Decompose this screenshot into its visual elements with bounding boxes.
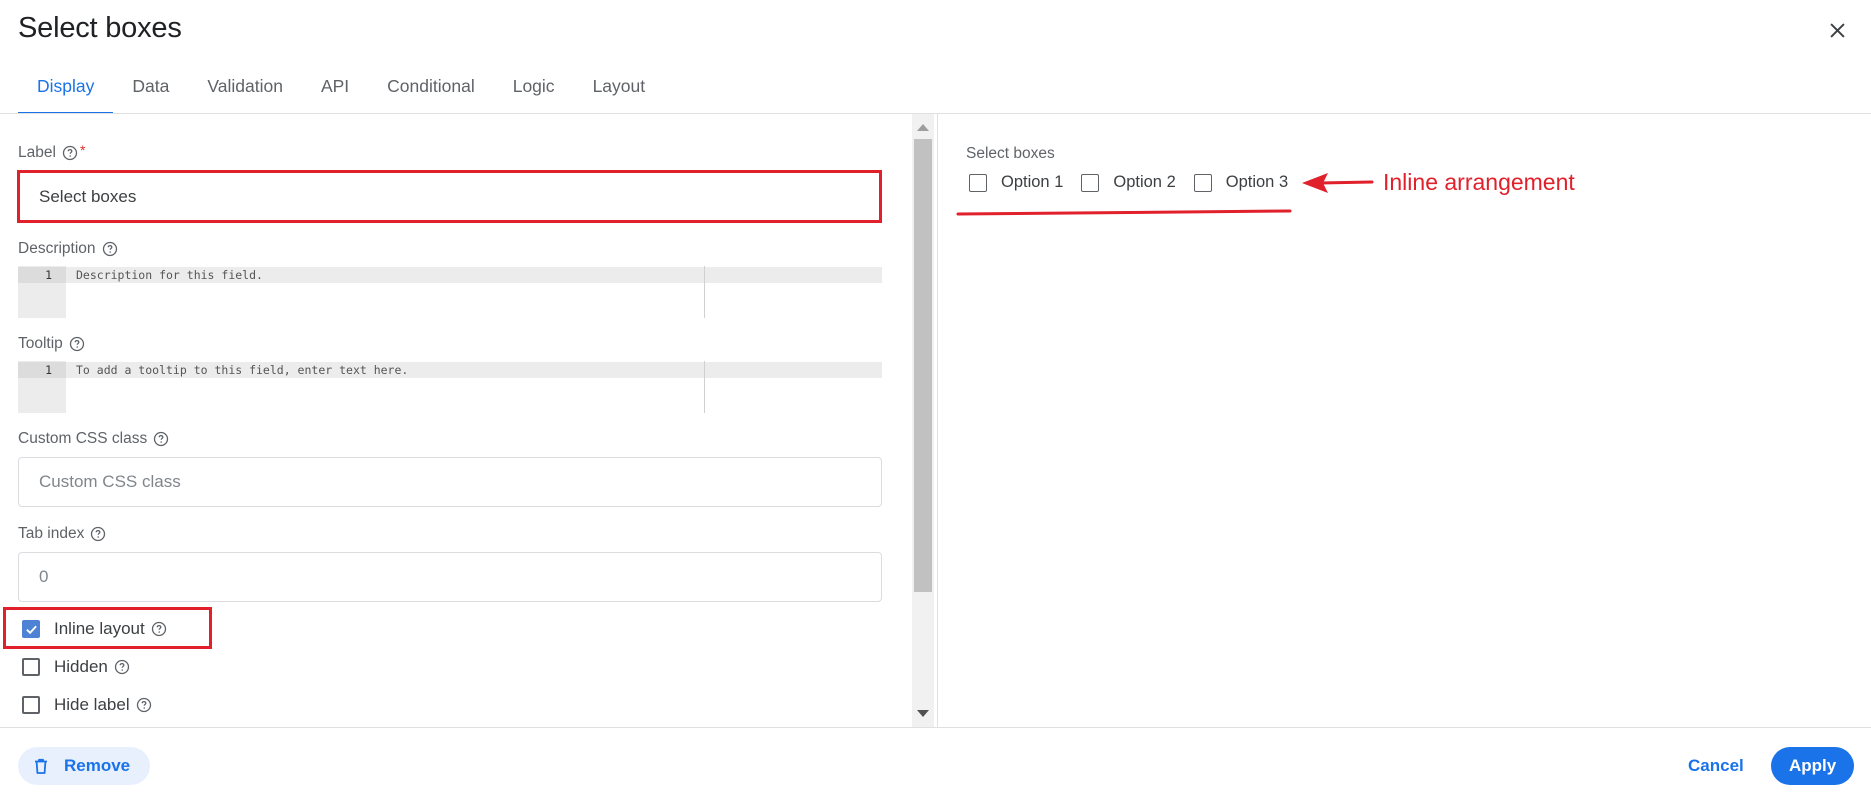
help-icon[interactable]	[153, 431, 169, 447]
help-icon[interactable]	[62, 145, 78, 161]
check-icon	[25, 625, 37, 634]
help-icon[interactable]	[102, 241, 118, 257]
help-icon[interactable]	[136, 697, 152, 713]
settings-scrollbar[interactable]	[912, 114, 934, 727]
hidden-checkbox[interactable]: Hidden	[22, 657, 130, 677]
preview-option-1[interactable]: Option 1	[969, 173, 1063, 192]
settings-panel: Label * Select boxes Description 1 Descr…	[0, 114, 912, 727]
tab-display[interactable]: Display	[18, 72, 114, 114]
hide-label-checkbox[interactable]: Hide label	[22, 695, 152, 715]
remove-label: Remove	[64, 756, 131, 775]
checkbox-unchecked[interactable]	[22, 696, 40, 714]
editor-placeholder: To add a tooltip to this field, enter te…	[66, 362, 882, 378]
editor-ruler	[704, 361, 705, 413]
custom-css-input[interactable]: Custom CSS class	[18, 457, 882, 507]
tab-index-field-text: Tab index	[18, 525, 85, 542]
scroll-down-arrow[interactable]	[917, 710, 929, 717]
hidden-label: Hidden	[54, 657, 108, 676]
tab-api[interactable]: API	[302, 72, 368, 114]
preview-field-label: Select boxes	[966, 145, 1055, 162]
footer-divider	[0, 727, 1871, 728]
editor-placeholder: Description for this field.	[66, 267, 882, 283]
description-field-label: Description	[18, 240, 118, 258]
tooltip-editor[interactable]: 1 To add a tooltip to this field, enter …	[18, 361, 882, 413]
label-input[interactable]: Select boxes	[18, 172, 882, 222]
tab-index-field-label: Tab index	[18, 525, 106, 543]
column-divider	[937, 114, 938, 727]
inline-layout-label: Inline layout	[54, 619, 145, 638]
help-icon[interactable]	[69, 336, 85, 352]
tooltip-field-label: Tooltip	[18, 335, 85, 353]
preview-options: Option 1 Option 2 Option 3	[969, 173, 1306, 192]
custom-css-field-label: Custom CSS class	[18, 430, 169, 448]
help-icon[interactable]	[90, 526, 106, 542]
checkbox-checked[interactable]	[22, 620, 40, 638]
required-asterisk: *	[79, 142, 86, 158]
preview-option-3[interactable]: Option 3	[1193, 173, 1289, 192]
scroll-up-arrow[interactable]	[917, 124, 929, 131]
custom-css-field-text: Custom CSS class	[18, 430, 148, 447]
remove-button[interactable]: Remove	[18, 747, 151, 785]
cancel-button[interactable]: Cancel	[1672, 747, 1760, 785]
preview-option-2[interactable]: Option 2	[1081, 173, 1176, 192]
help-icon[interactable]	[151, 621, 167, 637]
tooltip-field-text: Tooltip	[18, 335, 63, 352]
preview-option-label: Option 3	[1225, 173, 1289, 191]
preview-option-label: Option 2	[1113, 173, 1176, 191]
help-icon[interactable]	[114, 659, 130, 675]
trash-icon	[35, 758, 47, 774]
tab-layout[interactable]: Layout	[574, 72, 665, 114]
checkbox-unchecked[interactable]	[969, 173, 987, 192]
arrow-left-icon	[1318, 180, 1374, 185]
label-field-label: Label *	[18, 142, 86, 162]
inline-layout-checkbox[interactable]: Inline layout	[22, 619, 167, 639]
preview-option-label: Option 1	[1001, 173, 1064, 191]
tab-conditional[interactable]: Conditional	[368, 72, 494, 114]
tab-logic[interactable]: Logic	[494, 72, 574, 114]
editor-ruler	[704, 266, 705, 318]
checkbox-unchecked[interactable]	[22, 658, 40, 676]
scroll-thumb[interactable]	[914, 139, 932, 592]
close-button[interactable]	[1823, 16, 1851, 44]
tab-validation[interactable]: Validation	[188, 72, 302, 114]
description-field-text: Description	[18, 240, 96, 257]
checkbox-unchecked[interactable]	[1081, 173, 1100, 192]
checkbox-unchecked[interactable]	[1193, 173, 1212, 192]
line-number: 1	[18, 267, 66, 283]
hide-label-label: Hide label	[54, 695, 130, 714]
close-icon	[1829, 22, 1845, 38]
apply-button[interactable]: Apply	[1771, 747, 1855, 785]
annotation-label: Inline arrangement	[1383, 169, 1575, 195]
line-number: 1	[18, 362, 66, 378]
description-editor[interactable]: 1 Description for this field.	[18, 266, 882, 318]
annotation-underline	[956, 209, 1292, 216]
tab-index-input[interactable]: 0	[18, 552, 882, 602]
tab-bar: Display Data Validation API Conditional …	[18, 72, 664, 114]
dialog-title: Select boxes	[18, 12, 182, 44]
label-field-text: Label	[18, 144, 56, 161]
tab-data[interactable]: Data	[113, 72, 188, 114]
